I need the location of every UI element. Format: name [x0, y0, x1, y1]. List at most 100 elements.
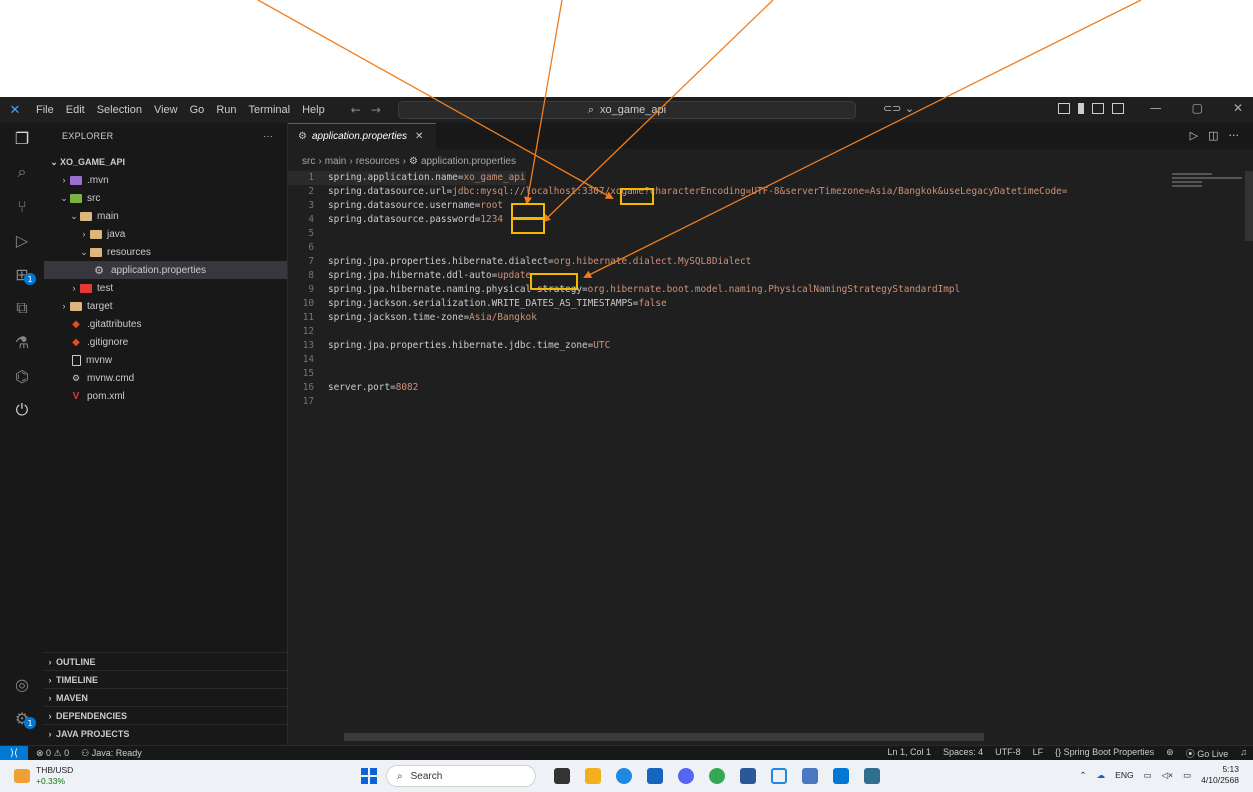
forward-arrow-icon[interactable]: →: [371, 103, 381, 117]
clock[interactable]: 5:13 4/10/2568: [1201, 764, 1239, 786]
copilot-icon[interactable]: ⊂⊃ ⌄: [883, 102, 914, 115]
more-actions-icon[interactable]: ···: [1229, 129, 1240, 142]
back-arrow-icon[interactable]: ←: [351, 103, 361, 117]
split-editor-icon[interactable]: ◫: [1208, 129, 1218, 142]
menu-go[interactable]: Go: [184, 104, 211, 116]
go-live-button[interactable]: ⦿ Go Live: [1186, 747, 1229, 760]
explorer-more-icon[interactable]: ···: [263, 131, 273, 141]
tree-item-java[interactable]: › java: [44, 225, 287, 243]
toggle-primary-sidebar-icon[interactable]: [1078, 103, 1084, 114]
tree-item-test[interactable]: › test: [44, 279, 287, 297]
start-button[interactable]: [361, 768, 377, 784]
tab-application-properties[interactable]: ⚙ application.properties ✕: [288, 123, 436, 149]
copilot-status-icon[interactable]: ⊛: [1166, 747, 1174, 760]
tree-item-resources[interactable]: ⌄ resources: [44, 243, 287, 261]
line-number: 7: [308, 256, 314, 267]
notifications-bell-icon[interactable]: ♫: [1240, 747, 1247, 760]
java-status[interactable]: ⚇ Java: Ready: [81, 748, 142, 759]
tree-item-src[interactable]: ⌄ src: [44, 189, 287, 207]
menu-file[interactable]: File: [30, 104, 60, 116]
chrome-icon[interactable]: [709, 768, 725, 784]
discord-icon[interactable]: [678, 768, 694, 784]
breadcrumb-item[interactable]: src: [302, 156, 315, 167]
section-outline[interactable]: › OUTLINE: [44, 652, 287, 670]
network-icon[interactable]: ▭: [1144, 770, 1152, 781]
tree-item-application-properties[interactable]: ⚙ application.properties: [44, 261, 287, 279]
source-control-icon[interactable]: ⑂: [0, 191, 44, 221]
tree-item-gitignore[interactable]: ◆ .gitignore: [44, 333, 287, 351]
vertical-scrollbar[interactable]: [1245, 171, 1253, 241]
menu-help[interactable]: Help: [296, 104, 331, 116]
editor-actions: ▷ ◫ ···: [1190, 129, 1239, 142]
accounts-icon[interactable]: ◎: [0, 669, 44, 699]
chevron-down-icon: ⌄: [60, 192, 68, 203]
breadcrumb-item[interactable]: main: [325, 156, 347, 167]
encoding[interactable]: UTF-8: [995, 747, 1021, 760]
section-dependencies[interactable]: › DEPENDENCIES: [44, 706, 287, 724]
tree-item-main[interactable]: ⌄ main: [44, 207, 287, 225]
tree-item-mvnw[interactable]: mvnw: [44, 351, 287, 369]
remote-indicator-icon[interactable]: ⟩⟨: [0, 745, 28, 760]
explorer-header: EXPLORER ···: [44, 123, 287, 149]
tree-item-target[interactable]: › target: [44, 297, 287, 315]
minimize-icon[interactable]: —: [1150, 101, 1162, 115]
section-maven[interactable]: › MAVEN: [44, 688, 287, 706]
breadcrumb-item[interactable]: application.properties: [421, 156, 516, 167]
problems-indicator[interactable]: ⊗ 0 ⚠ 0: [36, 748, 69, 759]
code-line: 11 spring.jackson.time-zone= Asia/Bangkok: [288, 311, 537, 325]
file-explorer-icon[interactable]: [585, 768, 601, 784]
chevron-up-icon[interactable]: ⌃: [1080, 770, 1087, 781]
app-l-icon[interactable]: [647, 768, 663, 784]
toggle-panel-icon[interactable]: [1092, 103, 1104, 114]
menu-selection[interactable]: Selection: [91, 104, 148, 116]
notepad-icon[interactable]: [802, 768, 818, 784]
input-language[interactable]: ENG: [1115, 770, 1133, 780]
close-icon[interactable]: ✕: [415, 131, 423, 142]
menu-terminal[interactable]: Terminal: [243, 104, 297, 116]
word-icon[interactable]: [740, 768, 756, 784]
tree-item-label: .gitattributes: [87, 318, 142, 330]
toggle-secondary-sidebar-icon[interactable]: [1112, 103, 1124, 114]
language-mode[interactable]: {} Spring Boot Properties: [1055, 747, 1154, 760]
edge-icon[interactable]: [616, 768, 632, 784]
minimap[interactable]: [1168, 171, 1244, 231]
close-icon[interactable]: ✕: [1233, 101, 1243, 115]
command-center-search[interactable]: ⌕ xo_game_api: [398, 101, 856, 119]
customize-layout-icon[interactable]: [1058, 103, 1070, 114]
section-timeline[interactable]: › TIMELINE: [44, 670, 287, 688]
explorer-icon[interactable]: ❐: [0, 123, 44, 153]
menu-run[interactable]: Run: [210, 104, 242, 116]
indentation[interactable]: Spaces: 4: [943, 747, 983, 760]
manage-gear-icon[interactable]: ⚙ 1: [0, 703, 44, 733]
horizontal-scrollbar[interactable]: [344, 733, 984, 741]
battery-icon[interactable]: ▭: [1183, 770, 1191, 781]
run-debug-icon[interactable]: ▷: [0, 225, 44, 255]
restore-icon[interactable]: ▢: [1192, 101, 1203, 115]
spring-boot-dashboard-icon[interactable]: ⏻: [0, 395, 44, 425]
menu-edit[interactable]: Edit: [60, 104, 91, 116]
vscode-taskbar-icon[interactable]: [833, 768, 849, 784]
line-ending[interactable]: LF: [1033, 747, 1044, 760]
cursor-position[interactable]: Ln 1, Col 1: [888, 747, 932, 760]
tree-item-mvn[interactable]: › .mvn: [44, 171, 287, 189]
volume-icon[interactable]: ◁×: [1162, 770, 1174, 781]
search-icon[interactable]: ⌕: [0, 157, 44, 187]
remote-explorer-icon[interactable]: ⧉: [0, 293, 44, 323]
extensions-icon[interactable]: ⊞ 1: [0, 259, 44, 289]
testing-icon[interactable]: ⚗: [0, 327, 44, 357]
tree-item-mvnw-cmd[interactable]: ⚙ mvnw.cmd: [44, 369, 287, 387]
app-icon[interactable]: [771, 768, 787, 784]
tree-item-pom-xml[interactable]: V pom.xml: [44, 387, 287, 405]
taskbar-search[interactable]: ⌕ Search: [386, 765, 536, 787]
breadcrumb-item[interactable]: resources: [356, 156, 400, 167]
onedrive-icon[interactable]: ☁: [1097, 770, 1106, 781]
task-view-icon[interactable]: [554, 768, 570, 784]
tree-item-gitattributes[interactable]: ◆ .gitattributes: [44, 315, 287, 333]
tree-root[interactable]: ⌄ XO_GAME_API: [44, 153, 287, 171]
widgets-ticker[interactable]: THB/USD +0.33%: [14, 765, 73, 787]
section-java-projects[interactable]: › JAVA PROJECTS: [44, 724, 287, 742]
menu-view[interactable]: View: [148, 104, 184, 116]
java-projects-icon[interactable]: ⌬: [0, 361, 44, 391]
run-icon[interactable]: ▷: [1190, 129, 1198, 142]
mysql-workbench-icon[interactable]: [864, 768, 880, 784]
